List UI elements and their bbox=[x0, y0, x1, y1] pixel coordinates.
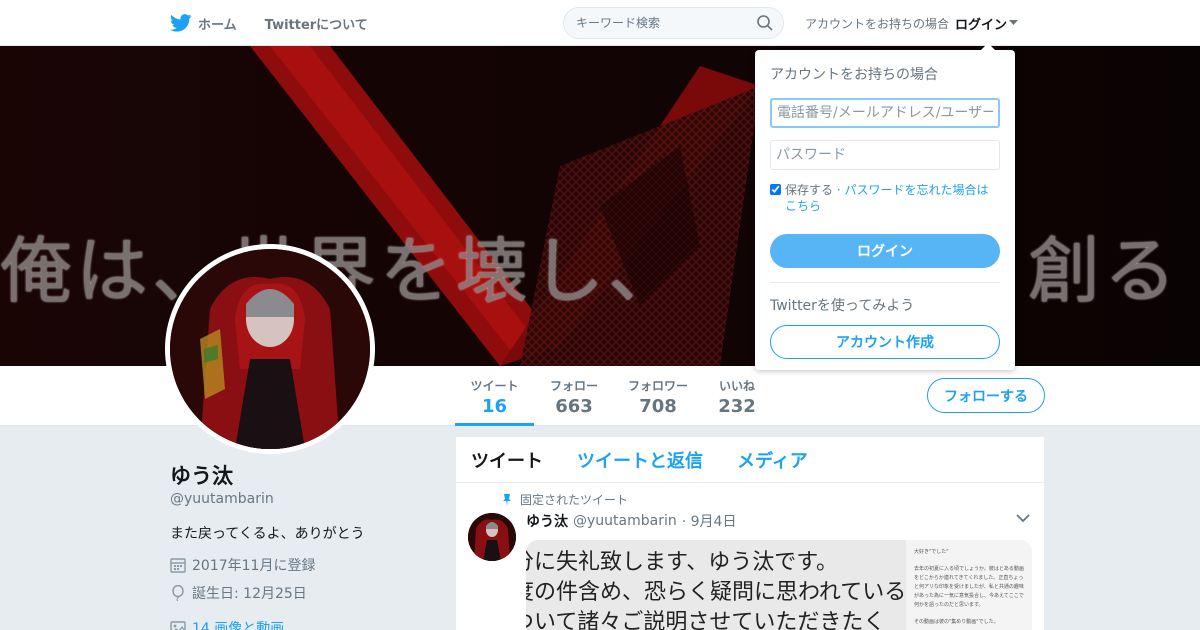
stat-label: いいね bbox=[718, 379, 755, 393]
remember-row: 保存する · パスワードを忘れた場合はこちら bbox=[770, 182, 1000, 214]
media-side-title: 大好き"でした" bbox=[914, 549, 949, 555]
password-field[interactable] bbox=[770, 140, 1000, 170]
login-prompt: アカウントをお持ちの場合 bbox=[805, 16, 950, 31]
stat-followers[interactable]: フォロワー 708 bbox=[620, 366, 696, 426]
divider bbox=[770, 282, 1000, 283]
media-side-panel: 大好き"でした" 去年の初夏に入る頃でしょうか。彼はとある動画をどこからか連れて… bbox=[906, 540, 1032, 630]
twitter-bird-icon bbox=[170, 14, 192, 32]
username-field[interactable] bbox=[770, 98, 1000, 128]
stat-label: フォロー bbox=[549, 379, 598, 393]
login-dropdown: アカウントをお持ちの場合 保存する · パスワードを忘れた場合はこちら ログイン… bbox=[755, 43, 1015, 370]
tab-tweets[interactable]: ツイート bbox=[471, 447, 543, 473]
profile-bio: また戻ってくるよ、ありがとう bbox=[170, 526, 365, 542]
tweet-avatar-artwork bbox=[468, 513, 516, 561]
tweet-date[interactable]: · 9月4日 bbox=[682, 511, 737, 531]
tweet-author-handle[interactable]: @yuutambarin bbox=[573, 513, 677, 529]
avatar-image bbox=[170, 249, 370, 449]
remember-checkbox[interactable] bbox=[770, 184, 781, 195]
about-label: Twitterについて bbox=[264, 17, 368, 33]
profile-handle[interactable]: @yuutambarin bbox=[170, 491, 274, 507]
media-text-line: 度の件含め、恐らく疑問に思われている bbox=[526, 580, 907, 605]
stat-value: 663 bbox=[555, 396, 593, 417]
pinned-tweet-indicator: 固定されたツイート bbox=[502, 491, 628, 508]
nav-left: ホーム Twitterについて bbox=[170, 0, 368, 46]
login-area: アカウントをお持ちの場合 ログイン bbox=[805, 0, 1019, 46]
calendar-icon bbox=[170, 558, 186, 573]
tweet-avatar[interactable] bbox=[468, 513, 516, 561]
joined-date: 2017年11月に登録 bbox=[192, 558, 316, 574]
remember-text: 保存する · パスワードを忘れた場合はこちら bbox=[785, 182, 1000, 214]
pin-icon bbox=[503, 493, 511, 506]
home-link[interactable]: ホーム bbox=[170, 14, 237, 33]
tweet-header: ゆう汰 @yuutambarin · 9月4日 bbox=[526, 511, 736, 531]
balloon-icon bbox=[172, 585, 184, 601]
birthday-row: 誕生日: 12月25日 bbox=[170, 583, 307, 603]
stat-tweets[interactable]: ツイート 16 bbox=[455, 366, 534, 426]
login-button[interactable]: ログイン bbox=[770, 234, 1000, 268]
pinned-label: 固定されたツイート bbox=[520, 493, 629, 507]
stat-following[interactable]: フォロー 663 bbox=[540, 366, 608, 426]
tab-tweets-and-replies[interactable]: ツイートと返信 bbox=[577, 447, 703, 473]
timeline-tabs: ツイート ツイートと返信 メディア bbox=[456, 437, 1044, 483]
media-link-row[interactable]: 14 画像と動画 bbox=[170, 618, 284, 630]
tweet-author-name[interactable]: ゆう汰 bbox=[526, 511, 568, 531]
profile-avatar[interactable] bbox=[165, 244, 375, 454]
birthday: 誕生日: 12月25日 bbox=[192, 586, 307, 602]
create-account-button[interactable]: アカウント作成 bbox=[770, 325, 1000, 359]
dropdown-title: アカウントをお持ちの場合 bbox=[770, 67, 938, 83]
media-text-block: 分に失礼致します、ゆう汰です。 度の件含め、恐らく疑問に思われている ついて諸々… bbox=[526, 548, 906, 630]
top-navigation-bar: ホーム Twitterについて アカウントをお持ちの場合 ログイン bbox=[0, 0, 1200, 46]
joined-date-row: 2017年11月に登録 bbox=[170, 555, 315, 575]
media-link[interactable]: 14 画像と動画 bbox=[192, 618, 284, 630]
tab-media[interactable]: メディア bbox=[737, 447, 808, 473]
follow-button[interactable]: フォローする bbox=[927, 378, 1045, 413]
media-text-line: ついて諸々ご説明させていただきたく bbox=[526, 610, 886, 630]
media-side-text: その動画は彼の"集めり動画"でした。 bbox=[914, 619, 999, 625]
about-link[interactable]: Twitterについて bbox=[265, 14, 368, 33]
try-twitter-label: Twitterを使ってみよう bbox=[770, 298, 915, 314]
home-label: ホーム bbox=[198, 17, 237, 33]
stat-value: 708 bbox=[639, 396, 677, 417]
photo-icon bbox=[170, 621, 186, 630]
login-dropdown-toggle[interactable]: ログイン bbox=[955, 14, 1019, 33]
profile-name[interactable]: ゆう汰 bbox=[170, 460, 233, 490]
chevron-down-icon[interactable] bbox=[1016, 513, 1030, 523]
search-input[interactable] bbox=[576, 16, 757, 30]
login-label: ログイン bbox=[955, 17, 1008, 33]
stat-likes[interactable]: いいね 232 bbox=[708, 366, 766, 426]
media-text-line: 分に失礼致します、ゆう汰です。 bbox=[526, 550, 839, 575]
avatar-artwork bbox=[170, 249, 370, 449]
search-icon[interactable] bbox=[757, 15, 773, 31]
stat-label: フォロワー bbox=[627, 379, 688, 393]
search-box[interactable] bbox=[563, 7, 784, 39]
stat-label: ツイート bbox=[470, 379, 519, 393]
media-side-text: 去年の初夏に入る頃でしょうか。彼はとある動画をどこからか連れてきてくれました。正… bbox=[914, 566, 1024, 608]
tweet-media-image[interactable]: 分に失礼致します、ゆう汰です。 度の件含め、恐らく疑問に思われている ついて諸々… bbox=[526, 540, 1032, 630]
remember-label: 保存する bbox=[785, 183, 834, 197]
caret-down-icon bbox=[1009, 20, 1019, 25]
stat-value: 232 bbox=[718, 396, 756, 417]
stat-value: 16 bbox=[481, 396, 508, 417]
timeline: ツイート ツイートと返信 メディア 固定されたツイート ゆう汰 @yuutamb… bbox=[456, 437, 1044, 630]
